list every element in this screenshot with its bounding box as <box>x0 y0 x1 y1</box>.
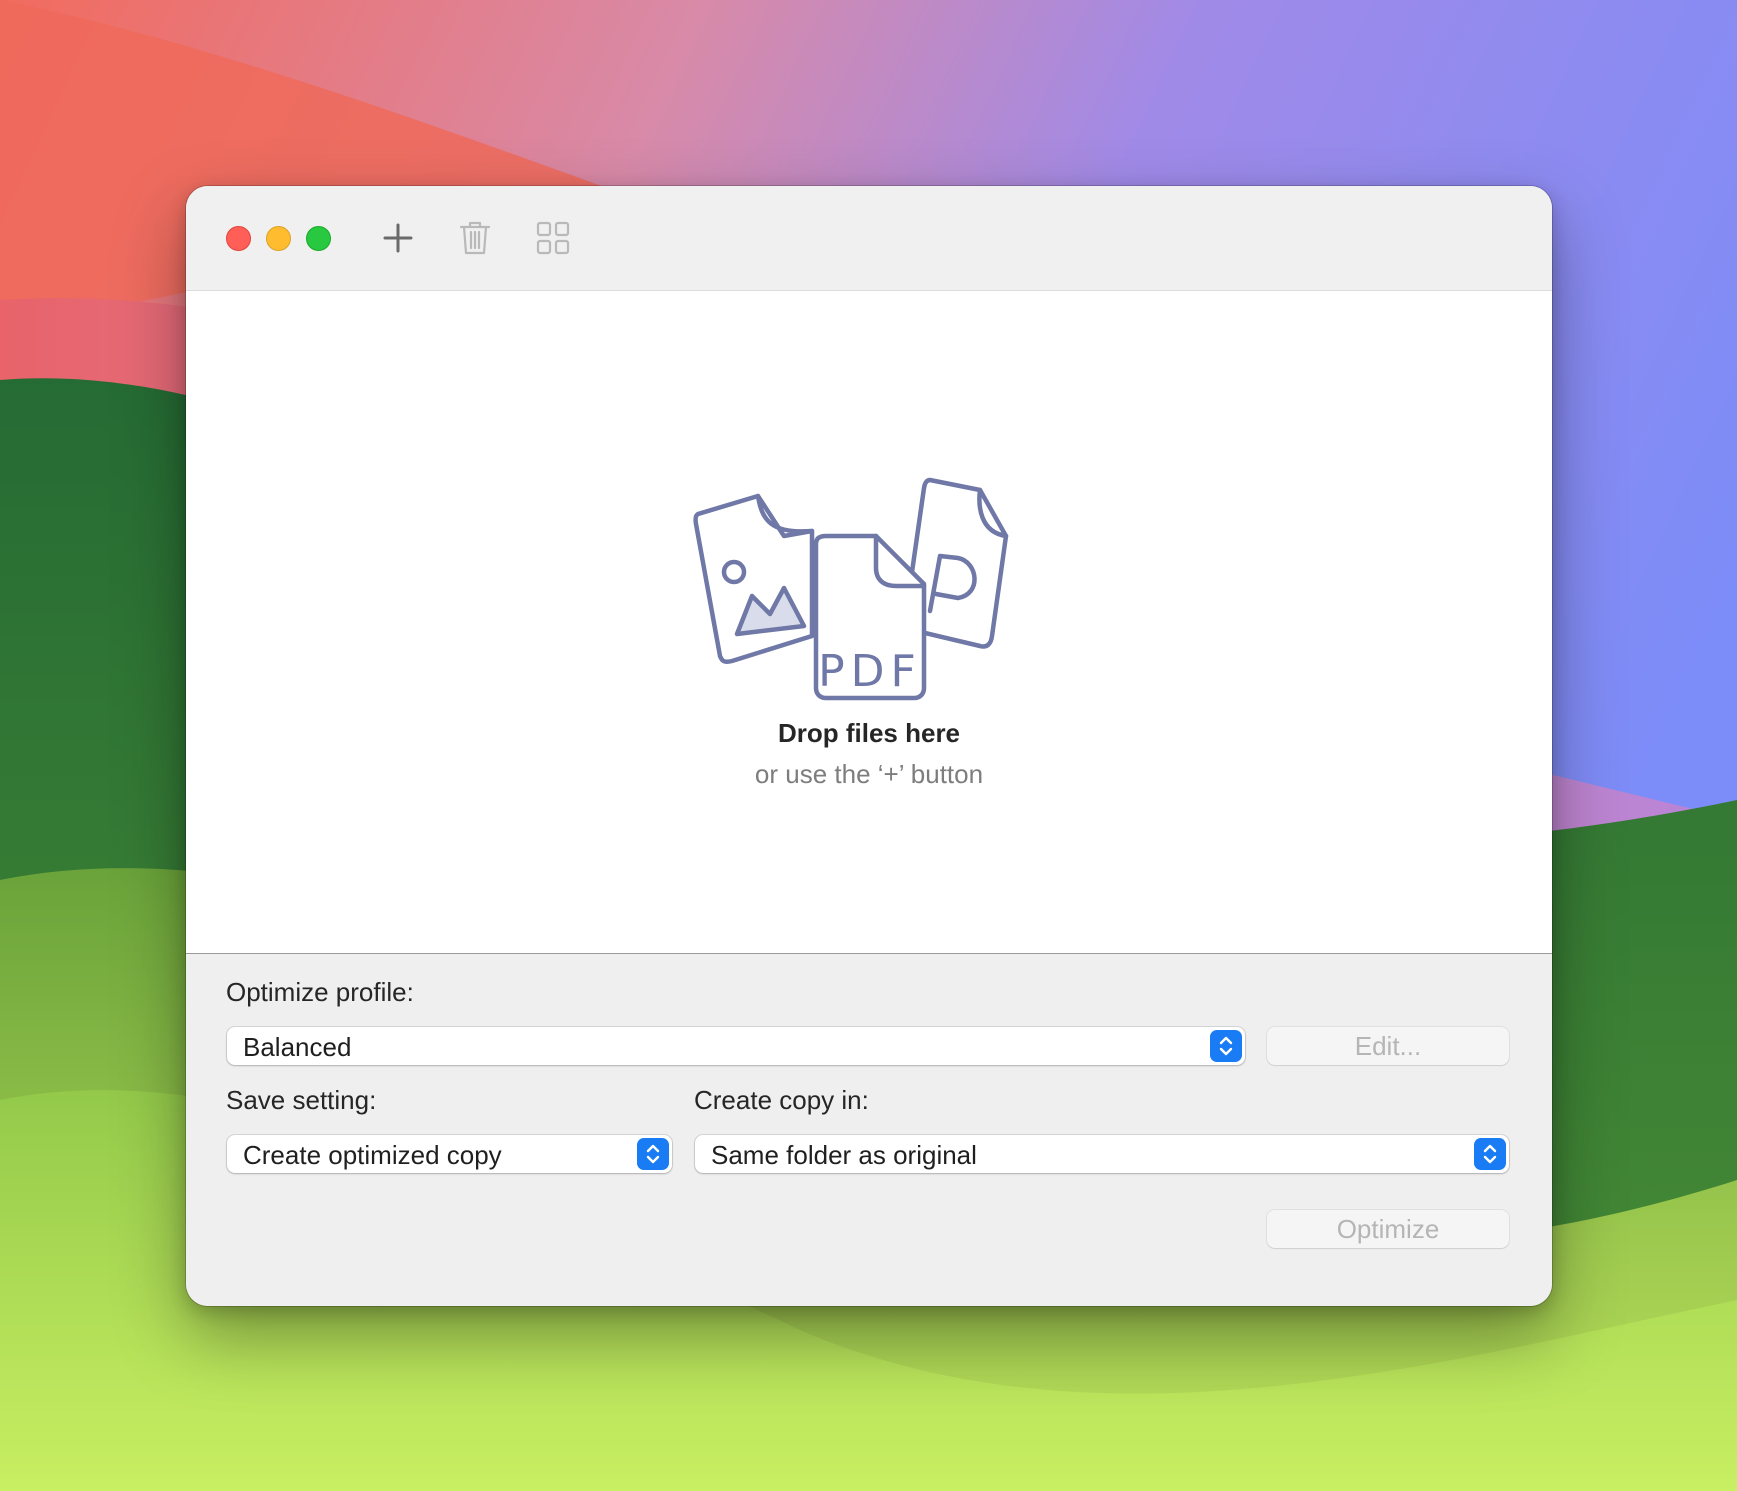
pdf-label: PDF <box>818 646 922 697</box>
add-files-button[interactable] <box>378 218 418 258</box>
optimize-profile-value: Balanced <box>243 1032 352 1062</box>
titlebar <box>186 186 1552 291</box>
optimize-profile-label: Optimize profile: <box>226 977 414 1007</box>
create-copy-location-select[interactable]: Same folder as original <box>695 1135 1509 1173</box>
grid-icon <box>536 221 570 255</box>
save-setting-select[interactable]: Create optimized copy <box>227 1135 672 1173</box>
chevron-updown-icon <box>1210 1030 1242 1062</box>
drop-subtitle: or use the ‘+’ button <box>754 759 984 789</box>
remove-files-button[interactable] <box>455 218 495 258</box>
save-setting-label: Save setting: <box>226 1085 377 1115</box>
file-drop-zone[interactable]: PDF Drop files here or use the ‘+’ butto… <box>186 291 1552 954</box>
app-window: PDF Drop files here or use the ‘+’ butto… <box>186 186 1552 1306</box>
minimize-window-button[interactable] <box>266 226 291 251</box>
save-setting-value: Create optimized copy <box>243 1140 502 1170</box>
maximize-window-button[interactable] <box>306 226 331 251</box>
add-icon <box>383 223 413 253</box>
optimize-profile-select[interactable]: Balanced <box>227 1027 1245 1065</box>
close-window-button[interactable] <box>226 226 251 251</box>
chevron-updown-icon <box>1474 1138 1506 1170</box>
trash-icon <box>459 221 491 255</box>
create-copy-value: Same folder as original <box>711 1140 977 1170</box>
image-file-icon <box>693 493 815 665</box>
create-copy-label: Create copy in: <box>694 1085 869 1115</box>
edit-profile-button[interactable]: Edit... <box>1267 1027 1509 1065</box>
files-illustration: PDF <box>693 477 1009 701</box>
optimize-button[interactable]: Optimize <box>1267 1210 1509 1248</box>
settings-panel: Optimize profile: Balanced Edit... Save … <box>186 954 1552 1306</box>
view-mode-button[interactable] <box>533 218 573 258</box>
drop-title: Drop files here <box>777 718 961 748</box>
chevron-updown-icon <box>637 1138 669 1170</box>
